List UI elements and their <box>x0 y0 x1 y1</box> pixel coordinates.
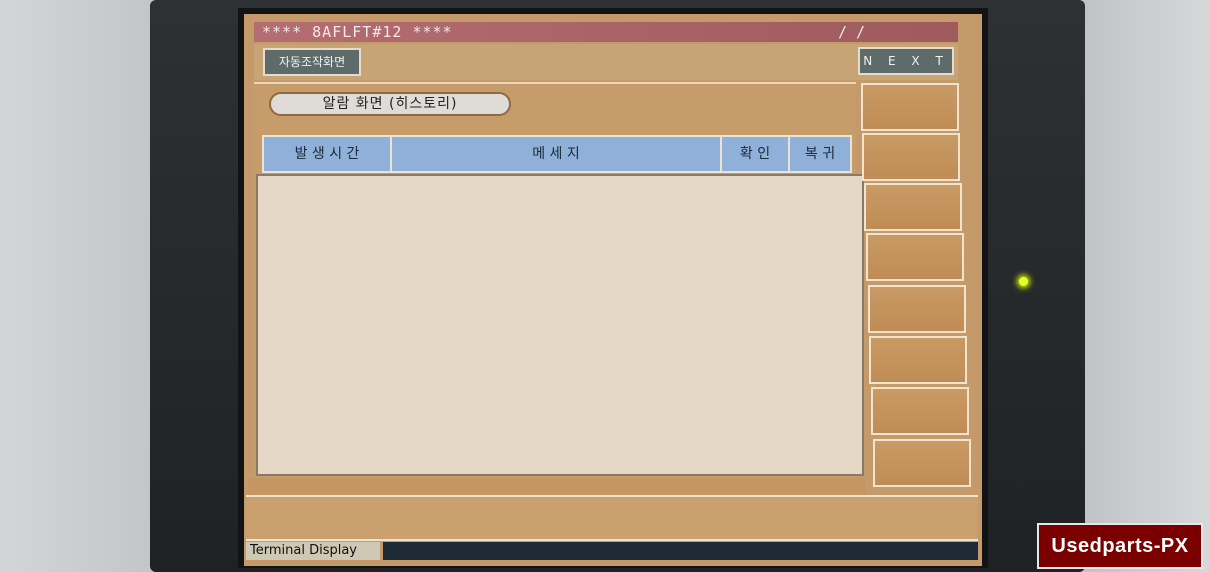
date-display: / / <box>838 23 866 41</box>
power-led-icon <box>1019 277 1028 286</box>
side-button-6[interactable] <box>869 336 967 384</box>
column-recover: 복 귀 <box>804 146 836 162</box>
column-message: 메 세 지 <box>392 137 722 171</box>
title-bar: **** 8AFLFT#12 **** / / <box>254 22 958 42</box>
window-title: **** 8AFLFT#12 **** <box>262 23 453 41</box>
column-acknowledge: 확 인 <box>722 137 790 171</box>
terminal-display-label: Terminal Display <box>246 542 380 560</box>
column-time: 발 생 시 간 <box>264 137 392 171</box>
side-button-7[interactable] <box>871 387 969 435</box>
side-button-8[interactable] <box>873 439 971 487</box>
side-button-3[interactable] <box>864 183 962 231</box>
side-button-5[interactable] <box>868 285 966 333</box>
side-button-4[interactable] <box>866 233 964 281</box>
next-button[interactable]: N E X T <box>858 47 954 75</box>
background-right <box>1080 0 1209 572</box>
alarm-table-body[interactable] <box>256 174 864 476</box>
alarm-table-header: 발 생 시 간 메 세 지 확 인 복 귀 <box>262 135 852 173</box>
auto-operation-button[interactable]: 자동조작화면 <box>263 48 361 76</box>
page-title: 알람 화면 (히스토리) <box>269 92 511 116</box>
terminal-display-bar <box>383 542 978 560</box>
background-left <box>0 0 160 572</box>
side-button-2[interactable] <box>862 133 960 181</box>
footer-bar <box>246 495 978 541</box>
side-button-1[interactable] <box>861 83 959 131</box>
watermark-logo: Usedparts-PX <box>1037 523 1203 569</box>
